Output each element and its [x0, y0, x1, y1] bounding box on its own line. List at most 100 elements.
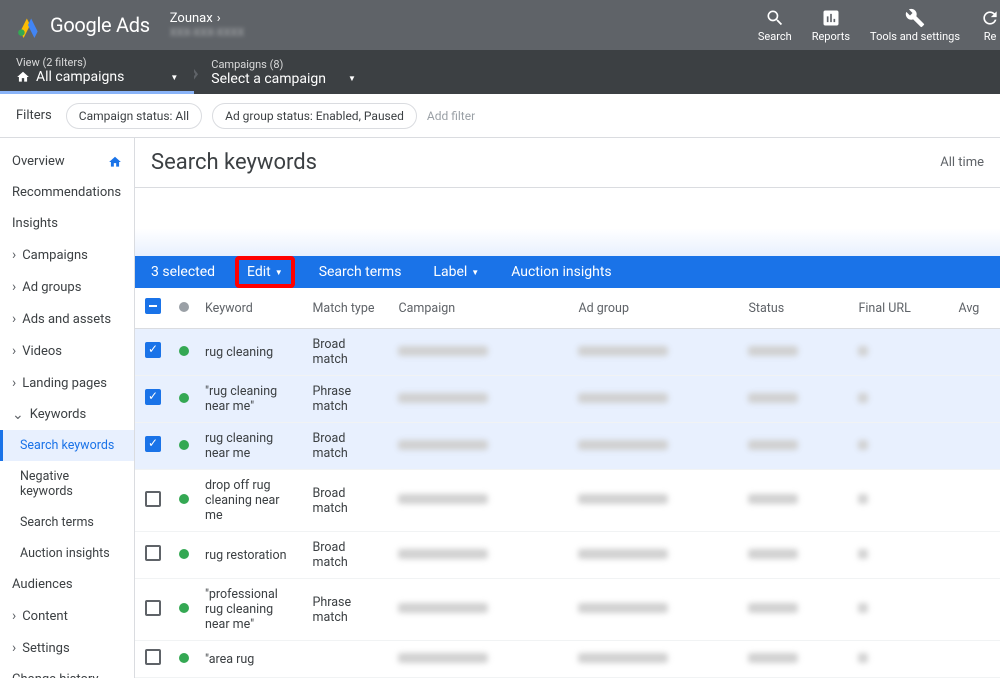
status-dot: [179, 346, 189, 356]
selection-toolbar: 3 selected Edit ▼ Search terms Label ▼ A…: [135, 256, 1000, 288]
status-dot: [179, 494, 189, 504]
cell-status: [740, 579, 850, 641]
search-terms-button[interactable]: Search terms: [311, 258, 410, 286]
search-button[interactable]: Search: [758, 8, 792, 43]
cell-campaign: [390, 579, 570, 641]
cell-campaign: [390, 329, 570, 376]
col-avg[interactable]: Avg: [950, 288, 1000, 329]
status-dot: [179, 393, 189, 403]
sidebar-sub-search-terms[interactable]: Search terms: [0, 507, 134, 538]
add-filter-button[interactable]: Add filter: [427, 109, 475, 123]
chevron-down-icon: ▼: [471, 268, 479, 277]
cell-match-type: [304, 641, 390, 678]
sidebar-item-adgroups[interactable]: Ad groups: [0, 271, 134, 303]
status-dot-header: [179, 302, 189, 312]
cell-campaign: [390, 470, 570, 532]
table-row[interactable]: rug restorationBroad match: [135, 532, 1000, 579]
cell-match-type: Broad match: [304, 470, 390, 532]
reports-button[interactable]: Reports: [812, 8, 850, 43]
cell-campaign: [390, 423, 570, 470]
cell-match-type: Broad match: [304, 532, 390, 579]
sidebar-item-overview[interactable]: Overview: [0, 146, 134, 177]
auction-insights-button[interactable]: Auction insights: [503, 258, 619, 286]
cell-final-url: [850, 641, 950, 678]
row-checkbox[interactable]: [145, 545, 161, 561]
row-checkbox[interactable]: [145, 342, 161, 358]
chevron-down-icon: ▼: [348, 74, 356, 83]
sidebar-sub-auction-insights[interactable]: Auction insights: [0, 538, 134, 569]
edit-button[interactable]: Edit ▼: [235, 256, 295, 288]
time-range-selector[interactable]: All time: [940, 155, 984, 170]
sidebar-item-videos[interactable]: Videos: [0, 335, 134, 367]
select-all-checkbox[interactable]: [145, 298, 161, 314]
cell-status: [740, 470, 850, 532]
reports-icon: [821, 8, 841, 28]
col-status[interactable]: Status: [740, 288, 850, 329]
cell-keyword: "rug cleaning near me": [197, 376, 304, 423]
table-row[interactable]: rug cleaning near meBroad match: [135, 423, 1000, 470]
app-logo-text: Google Ads: [50, 13, 150, 37]
search-icon: [765, 8, 785, 28]
cell-adgroup: [570, 329, 740, 376]
campaign-selector[interactable]: Campaigns (8) Select a campaign▼: [195, 50, 372, 94]
cell-keyword: rug cleaning: [197, 329, 304, 376]
cell-status: [740, 376, 850, 423]
selection-count: 3 selected: [151, 264, 215, 280]
sidebar: Overview Recommendations Insights Campai…: [0, 138, 135, 678]
sidebar-item-insights[interactable]: Insights: [0, 208, 134, 239]
google-ads-logo-icon: [16, 12, 42, 38]
row-checkbox[interactable]: [145, 389, 161, 405]
col-match-type[interactable]: Match type: [304, 288, 390, 329]
cell-final-url: [850, 579, 950, 641]
cell-status: [740, 641, 850, 678]
cell-adgroup: [570, 423, 740, 470]
table-row[interactable]: rug cleaningBroad match: [135, 329, 1000, 376]
col-campaign[interactable]: Campaign: [390, 288, 570, 329]
row-checkbox[interactable]: [145, 436, 161, 452]
cell-campaign: [390, 532, 570, 579]
account-selector[interactable]: Zounax› XXX-XXX-XXXX: [170, 11, 245, 39]
cell-final-url: [850, 470, 950, 532]
sidebar-sub-search-keywords[interactable]: Search keywords: [0, 430, 134, 461]
status-dot: [179, 653, 189, 663]
refresh-button[interactable]: Re: [980, 8, 1000, 43]
table-row[interactable]: "area rug: [135, 641, 1000, 678]
sidebar-item-landing-pages[interactable]: Landing pages: [0, 367, 134, 399]
status-dot: [179, 603, 189, 613]
cell-keyword: drop off rug cleaning near me: [197, 470, 304, 532]
cell-match-type: Phrase match: [304, 579, 390, 641]
col-keyword[interactable]: Keyword: [197, 288, 304, 329]
table-row[interactable]: "rug cleaning near me"Phrase match: [135, 376, 1000, 423]
col-adgroup[interactable]: Ad group: [570, 288, 740, 329]
status-dot: [179, 440, 189, 450]
table-row[interactable]: "professional rug cleaning near me"Phras…: [135, 579, 1000, 641]
col-final-url[interactable]: Final URL: [850, 288, 950, 329]
view-selector[interactable]: View (2 filters) All campaigns ▼: [0, 50, 194, 94]
filter-chip-adgroup-status[interactable]: Ad group status: Enabled, Paused: [212, 103, 417, 129]
home-icon: [108, 155, 122, 169]
label-button[interactable]: Label ▼: [425, 258, 487, 286]
filters-label: Filters: [16, 108, 52, 123]
cell-final-url: [850, 329, 950, 376]
cell-final-url: [850, 423, 950, 470]
cell-adgroup: [570, 641, 740, 678]
table-row[interactable]: drop off rug cleaning near meBroad match: [135, 470, 1000, 532]
sidebar-item-change-history[interactable]: Change history: [0, 664, 134, 678]
row-checkbox[interactable]: [145, 491, 161, 507]
cell-final-url: [850, 532, 950, 579]
row-checkbox[interactable]: [145, 600, 161, 616]
sidebar-item-audiences[interactable]: Audiences: [0, 569, 134, 600]
sidebar-item-settings[interactable]: Settings: [0, 632, 134, 664]
sidebar-item-keywords[interactable]: Keywords: [0, 399, 134, 430]
row-checkbox[interactable]: [145, 649, 161, 665]
refresh-icon: [980, 8, 1000, 28]
tools-settings-button[interactable]: Tools and settings: [870, 8, 960, 43]
sidebar-sub-negative-keywords[interactable]: Negative keywords: [0, 461, 134, 507]
sidebar-item-campaigns[interactable]: Campaigns: [0, 239, 134, 271]
sidebar-item-content[interactable]: Content: [0, 600, 134, 632]
cell-campaign: [390, 641, 570, 678]
home-icon: [16, 70, 30, 84]
filter-chip-campaign-status[interactable]: Campaign status: All: [66, 103, 202, 129]
sidebar-item-recommendations[interactable]: Recommendations: [0, 177, 134, 208]
sidebar-item-ads-assets[interactable]: Ads and assets: [0, 303, 134, 335]
